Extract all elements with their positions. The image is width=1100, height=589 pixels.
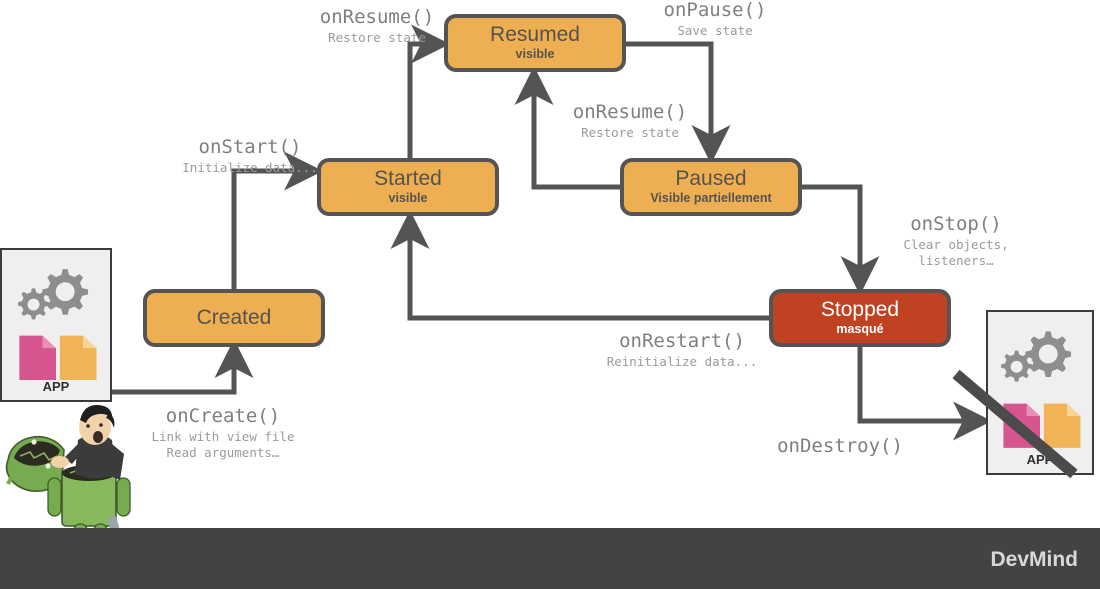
strike-through-icon: [952, 369, 1078, 479]
footer-band: [0, 528, 1100, 589]
state-subtitle: Visible partiellement: [650, 191, 772, 206]
footer-brand: DevMind: [990, 548, 1078, 571]
callout-on-resume-mid: onResume() Restore state: [530, 101, 730, 140]
callout-on-restart: onRestart() Reinitialize data...: [582, 330, 782, 369]
state-title: Started: [374, 167, 442, 191]
callout-on-start: onStart() Initialize data...: [150, 136, 350, 175]
state-title: Created: [196, 305, 272, 329]
callout-title: onResume(): [572, 101, 688, 123]
state-title: Stopped: [820, 298, 900, 322]
arrow-stopped-to-started: [390, 209, 769, 321]
arrow-created-to-started: [231, 151, 324, 289]
gear-icon: [42, 269, 89, 315]
app-contents-art: [18, 269, 97, 380]
callout-subline: Clear objects,: [903, 236, 1009, 252]
arrow-started-to-resumed: [407, 24, 451, 158]
callout-subline: Initialize data...: [182, 159, 318, 175]
state-box-created[interactable]: Created: [143, 289, 325, 347]
gear-icon-small: [18, 288, 50, 320]
state-subtitle: masqué: [836, 322, 884, 337]
callout-on-resume-top: onResume() Restore state: [277, 6, 477, 45]
app-panel-running: APP: [0, 248, 112, 402]
state-box-paused[interactable]: Paused Visible partiellement: [620, 158, 802, 216]
callout-subline: Restore state: [581, 124, 679, 140]
callout-title: onCreate(): [165, 405, 281, 427]
callout-on-stop: onStop() Clear objects, listeners…: [861, 213, 1051, 269]
document-icon-orange: [59, 335, 97, 380]
callout-subline-2: Read arguments…: [166, 445, 280, 461]
callout-title: onRestart(): [619, 330, 745, 352]
callout-subline: Reinitialize data...: [606, 353, 758, 369]
callout-subline: Restore state: [328, 29, 426, 45]
state-title: Resumed: [490, 23, 580, 47]
callout-on-create: onCreate() Link with view file Read argu…: [113, 405, 333, 461]
state-subtitle: visible: [515, 47, 555, 62]
app-panel-label: APP: [42, 379, 70, 394]
callout-subline: Save state: [677, 22, 753, 38]
callout-on-destroy: onDestroy(): [700, 435, 980, 458]
document-icon-pink: [19, 335, 56, 380]
callout-on-pause: onPause() Save state: [640, 0, 790, 38]
state-title: Paused: [675, 167, 747, 191]
callout-subline: Link with view file: [151, 428, 295, 444]
callout-subline-2: listeners…: [918, 253, 994, 269]
diagram-canvas: APP APP Created Started visible Resumed …: [0, 0, 1100, 589]
state-box-stopped[interactable]: Stopped masqué: [769, 289, 951, 347]
callout-title: onResume(): [319, 6, 435, 28]
arrow-paused-to-stopped: [802, 184, 880, 296]
callout-title: onStop(): [910, 213, 1002, 235]
callout-title: onPause(): [663, 0, 767, 21]
state-subtitle: visible: [388, 191, 428, 206]
arrow-app-to-created: [112, 338, 254, 395]
callout-title: onStart(): [198, 136, 302, 158]
callout-title: onDestroy(): [777, 435, 903, 457]
